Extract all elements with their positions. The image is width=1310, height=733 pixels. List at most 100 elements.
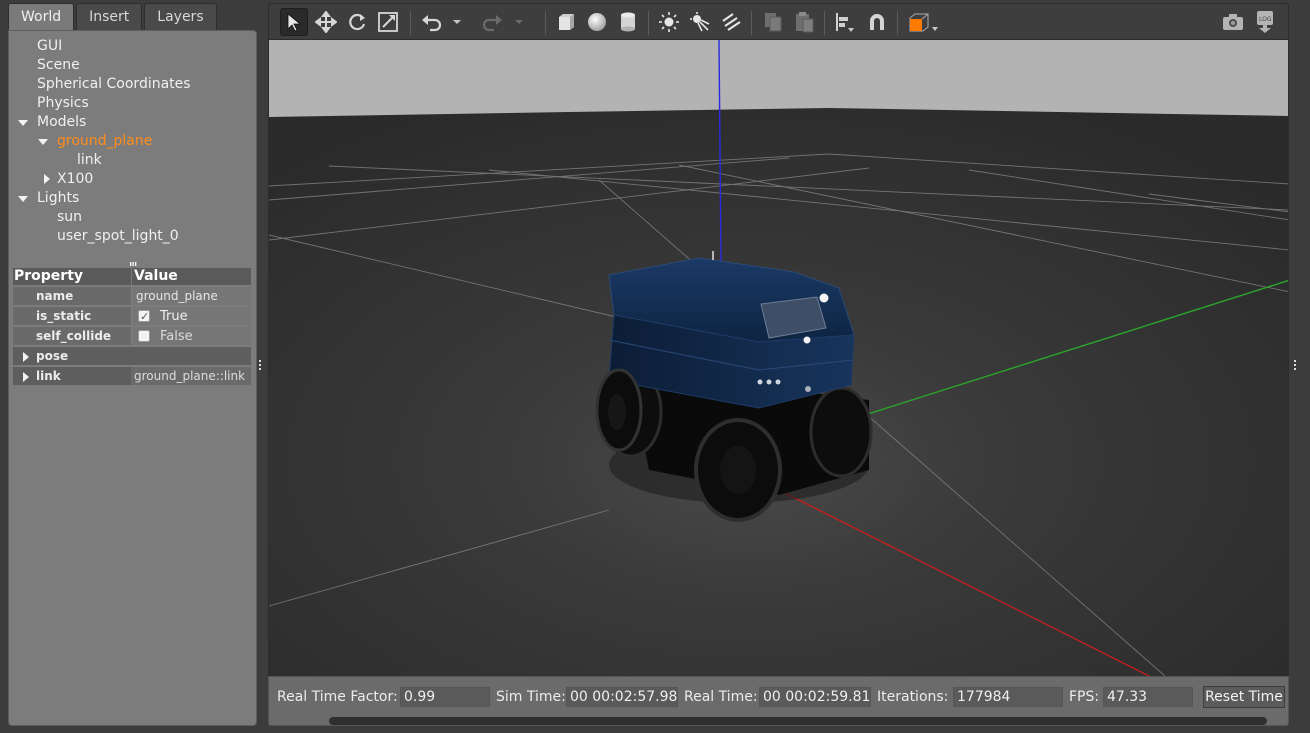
checkbox-label: False [160, 328, 193, 344]
real-time-label: Real Time: [684, 689, 758, 705]
rotate-icon [349, 13, 366, 31]
svg-text:LOG: LOG [1259, 16, 1272, 23]
copy-icon [765, 13, 782, 32]
tree-item-lights[interactable]: Lights [9, 189, 256, 208]
tree-item-label: GUI [37, 38, 63, 54]
expand-arrow-icon[interactable] [23, 372, 29, 382]
iterations-label: Iterations: [877, 689, 949, 705]
property-row-is-static: is_static True [13, 307, 251, 327]
robot-button [775, 379, 781, 385]
right-panel-collapse-handle[interactable] [1293, 360, 1297, 370]
undo-history-dropdown[interactable] [449, 8, 465, 36]
screenshot-icon [1223, 14, 1243, 30]
redo-dropdown-icon [515, 20, 523, 24]
select-mode-button[interactable] [280, 8, 308, 36]
tab-world[interactable]: World [8, 3, 75, 30]
tree-item-label: Lights [37, 190, 80, 206]
horizontal-scrollbar[interactable] [329, 717, 1267, 725]
insert-sphere-button[interactable] [583, 8, 611, 36]
undo-button[interactable] [417, 8, 445, 36]
select-arrow-icon [287, 13, 302, 32]
wheel-hub [608, 394, 626, 430]
tree-item-link[interactable]: link [9, 151, 256, 170]
expand-arrow-icon[interactable] [18, 196, 28, 202]
property-key: self_collide [36, 329, 112, 343]
tree-item-label: X100 [57, 171, 94, 187]
insert-point-light-button[interactable] [655, 8, 683, 36]
x100-robot-model[interactable] [595, 251, 873, 522]
property-column-header: Property [14, 268, 84, 284]
log-button[interactable]: LOG [1251, 8, 1279, 36]
rotate-mode-button[interactable] [343, 8, 371, 36]
tree-item-models[interactable]: Models [9, 113, 256, 132]
snap-button[interactable] [863, 8, 891, 36]
view-angle-icon [909, 13, 938, 32]
view-angle-dropdown[interactable] [905, 8, 941, 36]
align-button[interactable] [831, 8, 859, 36]
insert-cylinder-button[interactable] [614, 8, 642, 36]
redo-icon [482, 15, 502, 32]
undo-dropdown-icon [453, 20, 461, 24]
tree-item-physics[interactable]: Physics [9, 94, 256, 113]
property-header: Property Value [13, 268, 251, 285]
box-shape-icon [559, 14, 574, 30]
robot-port [805, 386, 811, 392]
property-value: True [131, 307, 251, 326]
expand-arrow-icon[interactable] [18, 120, 28, 126]
paste-button[interactable] [790, 8, 818, 36]
tree-item-x100[interactable]: X100 [9, 170, 256, 189]
main-toolbar: LOG [268, 3, 1289, 40]
property-value[interactable]: ground_plane [131, 287, 251, 305]
expand-arrow-icon[interactable] [38, 139, 48, 145]
tab-layers[interactable]: Layers [144, 3, 217, 30]
real-time-factor-label: Real Time Factor: [277, 689, 398, 705]
3d-viewport[interactable] [268, 40, 1289, 676]
left-panel-collapse-handle[interactable] [258, 360, 262, 370]
tree-item-label: Spherical Coordinates [37, 76, 191, 92]
is-static-checkbox[interactable] [138, 307, 150, 326]
tree-item-user-spot-light[interactable]: user_spot_light_0 [9, 227, 256, 246]
collapse-arrow-icon[interactable] [44, 174, 50, 184]
real-time-factor-field: 0.99 [400, 687, 490, 707]
insert-spot-light-button[interactable] [686, 8, 714, 36]
sky-background [269, 40, 1288, 120]
toolbar-separator [648, 11, 649, 35]
translate-icon [315, 11, 337, 33]
robot-indicator-light [819, 293, 829, 303]
redo-history-dropdown[interactable] [511, 8, 527, 36]
property-row-name: name ground_plane [13, 287, 251, 307]
toolbar-separator [824, 11, 825, 35]
property-group-pose[interactable]: pose [13, 347, 251, 367]
gazebo-window: World Insert Layers GUI Scene Spherical … [0, 0, 1310, 733]
insert-directional-light-button[interactable] [717, 8, 745, 36]
reset-time-button[interactable]: Reset Time [1203, 686, 1285, 708]
property-group-link[interactable]: link ground_plane::link [13, 367, 251, 387]
toolbar-separator [751, 11, 752, 35]
tree-item-ground-plane[interactable]: ground_plane [9, 132, 256, 151]
tree-item-sun[interactable]: sun [9, 208, 256, 227]
grip-icon [259, 360, 261, 370]
toolbar-separator [545, 11, 546, 35]
screenshot-button[interactable] [1219, 8, 1247, 36]
self-collide-checkbox[interactable] [138, 330, 150, 342]
tree-item-gui[interactable]: GUI [9, 37, 256, 56]
scale-mode-button[interactable] [374, 8, 402, 36]
fps-label: FPS: [1069, 689, 1100, 705]
toolbar-separator [410, 11, 411, 35]
tree-item-scene[interactable]: Scene [9, 56, 256, 75]
tree-item-label: Models [37, 114, 87, 130]
panel-splitter-handle[interactable] [129, 262, 139, 266]
insert-box-button[interactable] [552, 8, 580, 36]
copy-button[interactable] [759, 8, 787, 36]
log-icon: LOG [1257, 11, 1273, 33]
spot-light-icon [690, 12, 710, 32]
sim-time-label: Sim Time: [496, 689, 566, 705]
snap-magnet-icon [870, 14, 884, 30]
tab-insert[interactable]: Insert [76, 3, 143, 30]
tree-item-spherical-coordinates[interactable]: Spherical Coordinates [9, 75, 256, 94]
grip-icon [1294, 360, 1296, 370]
redo-button[interactable] [479, 8, 507, 36]
expand-arrow-icon[interactable] [23, 352, 29, 362]
property-row-self-collide: self_collide False [13, 327, 251, 347]
translate-mode-button[interactable] [312, 8, 340, 36]
